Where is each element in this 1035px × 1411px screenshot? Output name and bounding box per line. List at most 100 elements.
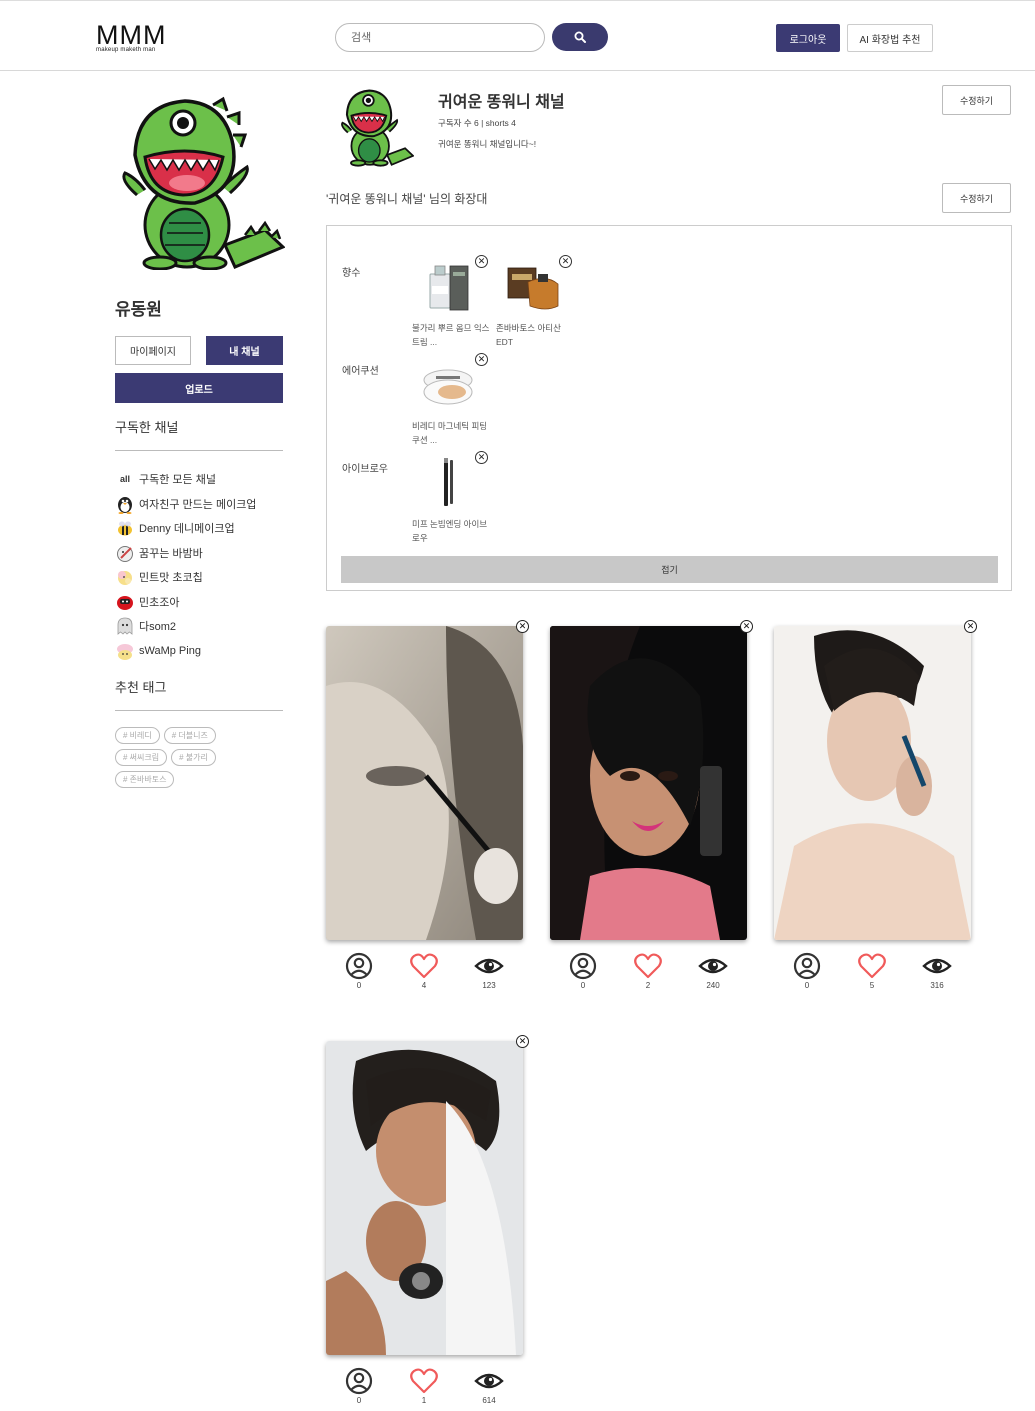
sidebar-item-all-channels[interactable]: all 구독한 모든 채널 [115, 467, 283, 492]
user-circle-icon [345, 1367, 373, 1395]
delete-short-button[interactable]: ✕ [516, 1035, 529, 1048]
eye-icon [474, 1373, 504, 1389]
penguin-avatar-icon [115, 494, 135, 514]
recommended-tags-title: 추천 태그 [115, 677, 283, 711]
sidebar: 유동원 마이페이지 내 채널 업로드 구독한 채널 all 구독한 모든 채널 … [115, 95, 286, 788]
short-thumbnail[interactable] [550, 626, 747, 940]
sidebar-item-channel[interactable]: 민초조아 [115, 590, 283, 615]
logout-button[interactable]: 로그아웃 [776, 24, 840, 52]
subscriber-stat: 0 [787, 952, 827, 990]
vanity-product[interactable]: 불가리 뿌르 옴므 익스트림 ... [412, 260, 490, 349]
cushion-compact-image [423, 369, 473, 405]
vanity-product[interactable]: 존바바토스 아티산 EDT [496, 260, 574, 349]
like-count: 4 [421, 981, 427, 990]
sidebar-item-label: Denny 데니메이크업 [139, 523, 235, 536]
vanity-product-name: 미프 논빔엔딩 아이브로우 [412, 519, 488, 543]
heart-icon [410, 953, 438, 979]
delete-short-button[interactable]: ✕ [740, 620, 753, 633]
fold-button[interactable]: 접기 [341, 556, 998, 583]
user-circle-icon [569, 952, 597, 980]
sidebar-item-label: 다som2 [139, 621, 177, 634]
user-name: 유동원 [115, 300, 162, 319]
short-card[interactable]: ✕ 0 1 614 [326, 1035, 529, 1405]
short-stats: 0 2 240 [550, 952, 747, 992]
sidebar-item-label: 여자친구 만드는 메이크업 [139, 498, 257, 511]
vanity-category-label: 에어쿠션 [342, 366, 379, 377]
like-stat[interactable]: 4 [404, 952, 444, 990]
swamp-character-icon [115, 641, 135, 661]
short-stats: 0 4 123 [326, 952, 523, 992]
short-thumbnail[interactable] [326, 626, 523, 940]
view-stat: 240 [693, 952, 733, 990]
vanity-category-label: 향수 [342, 268, 361, 279]
view-count: 240 [706, 981, 720, 990]
logo-text: MMM [96, 20, 167, 50]
john-varvatos-perfume-image [507, 267, 559, 310]
tag-chip[interactable]: # 써씨크림 [115, 749, 168, 766]
sidebar-item-label: 구독한 모든 채널 [139, 474, 216, 487]
chick-avatar-icon [115, 567, 135, 587]
user-circle-icon [345, 952, 373, 980]
like-count: 1 [421, 1396, 427, 1405]
delete-product-button[interactable]: ✕ [475, 353, 488, 366]
delete-product-button[interactable]: ✕ [475, 451, 488, 464]
my-channel-button[interactable]: 내 채널 [206, 336, 283, 365]
edit-vanity-button[interactable]: 수정하기 [942, 183, 1011, 213]
ghost-avatar-icon [115, 616, 135, 636]
channel-stats: 구독자 수 6 | shorts 4 [438, 118, 516, 128]
short-thumbnail[interactable] [326, 1041, 523, 1355]
sidebar-item-channel[interactable]: 다som2 [115, 614, 283, 639]
short-stats: 0 1 614 [326, 1367, 523, 1407]
sidebar-item-label: sWaMp Ping [139, 644, 201, 657]
ai-makeup-recommend-button[interactable]: AI 화장법 추천 [847, 24, 933, 52]
search-button[interactable] [552, 23, 608, 51]
mypage-button[interactable]: 마이페이지 [115, 336, 191, 365]
eye-icon [922, 958, 952, 974]
subscribed-channels-title: 구독한 채널 [115, 417, 283, 451]
view-count: 614 [482, 1396, 496, 1405]
sidebar-item-channel[interactable]: 여자친구 만드는 메이크업 [115, 492, 283, 517]
heart-icon [410, 1368, 438, 1394]
like-stat[interactable]: 1 [404, 1367, 444, 1405]
vanity-category-label: 아이브로우 [342, 464, 388, 475]
vanity-product[interactable]: 미프 논빔엔딩 아이브로우 [412, 456, 490, 545]
short-card[interactable]: ✕ 0 5 316 [774, 620, 977, 990]
like-stat[interactable]: 5 [852, 952, 892, 990]
upload-button[interactable]: 업로드 [115, 373, 283, 403]
channel-avatar [341, 89, 414, 167]
like-stat[interactable]: 2 [628, 952, 668, 990]
delete-short-button[interactable]: ✕ [964, 620, 977, 633]
delete-product-button[interactable]: ✕ [475, 255, 488, 268]
search-input[interactable] [335, 23, 545, 52]
short-card[interactable]: ✕ 0 4 123 [326, 620, 529, 990]
tag-chip[interactable]: # 비레디 [115, 727, 160, 744]
heart-icon [858, 953, 886, 979]
sidebar-item-channel[interactable]: Denny 데니메이크업 [115, 516, 283, 541]
sidebar-item-label: 꿈꾸는 바밤바 [139, 547, 203, 560]
subscriber-count: 0 [804, 981, 810, 990]
vanity-product[interactable]: 비레디 마그네틱 피팅 쿠션 ... [412, 358, 490, 447]
tag-chip[interactable]: # 더블니즈 [163, 727, 216, 744]
vanity-product-name: 비레디 마그네틱 피팅 쿠션 ... [412, 421, 488, 445]
tag-chip[interactable]: # 존바바토스 [115, 771, 175, 788]
edit-channel-button[interactable]: 수정하기 [942, 85, 1011, 115]
delete-product-button[interactable]: ✕ [559, 255, 572, 268]
eye-icon [698, 958, 728, 974]
channel-title: 귀여운 똥워니 채널 [438, 94, 565, 111]
subscriber-stat: 0 [339, 1367, 379, 1405]
site-logo[interactable]: MMM makeup maketh man [96, 21, 176, 53]
like-count: 2 [645, 981, 651, 990]
short-stats: 0 5 316 [774, 952, 971, 992]
bee-avatar-icon [115, 518, 135, 538]
delete-short-button[interactable]: ✕ [516, 620, 529, 633]
subscriber-stat: 0 [339, 952, 379, 990]
sidebar-item-channel[interactable]: 민트맛 초코칩 [115, 565, 283, 590]
sidebar-item-channel[interactable]: sWaMp Ping [115, 639, 283, 664]
like-count: 5 [869, 981, 875, 990]
sidebar-item-channel[interactable]: 꿈꾸는 바밤바 [115, 541, 283, 566]
tag-chip[interactable]: # 불가리 [171, 749, 216, 766]
vanity-product-name: 불가리 뿌르 옴므 익스트림 ... [412, 323, 490, 347]
short-card[interactable]: ✕ 0 2 240 [550, 620, 753, 990]
view-stat: 123 [469, 952, 509, 990]
short-thumbnail[interactable] [774, 626, 971, 940]
